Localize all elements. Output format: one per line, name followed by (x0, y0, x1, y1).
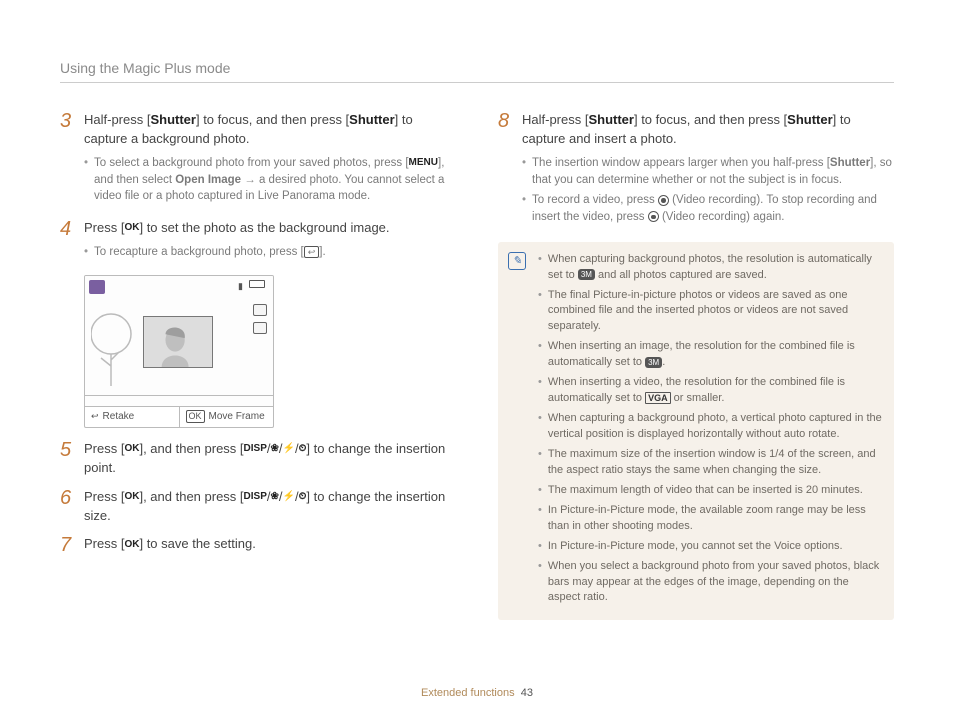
indicator-icon (253, 304, 267, 316)
flash-icon: ⚡ (283, 442, 295, 457)
retake-label: Retake (103, 410, 135, 425)
step-text: Press [OK], and then press [DISP/❀/⚡/⏲] … (84, 488, 456, 526)
columns: 3 Half-press [Shutter] to focus, and the… (60, 111, 894, 620)
side-indicators (253, 304, 267, 334)
record-icon (648, 211, 659, 222)
section-title: Using the Magic Plus mode (60, 58, 894, 78)
step-text: Half-press [Shutter] to focus, and then … (522, 111, 894, 149)
indicator-icon (253, 322, 267, 334)
record-icon (658, 195, 669, 206)
step-7: 7 Press [OK] to save the setting. (60, 535, 456, 555)
step-subnote: To recapture a background photo, press [… (84, 244, 456, 261)
menu-key-icon: MENU (409, 156, 438, 171)
note-item: The maximum size of the insertion window… (538, 447, 882, 479)
macro-icon: ❀ (271, 490, 279, 505)
step-subnote: To record a video, press (Video recordin… (522, 192, 894, 225)
step-3: 3 Half-press [Shutter] to focus, and the… (60, 111, 456, 209)
step-text: Press [OK] to set the photo as the backg… (84, 219, 456, 238)
step-number: 4 (60, 219, 74, 265)
step-text: Half-press [Shutter] to focus, and then … (84, 111, 456, 149)
flash-icon: ⚡ (283, 490, 295, 505)
ok-key-icon: OK (124, 538, 139, 553)
note-item: In Picture-in-Picture mode, the availabl… (538, 503, 882, 535)
ok-icon: OK (186, 410, 205, 423)
step-number: 5 (60, 440, 74, 478)
disp-key-icon: DISP (244, 442, 267, 457)
note-item: When inserting an image, the resolution … (538, 339, 882, 371)
ok-key-icon: OK (124, 221, 139, 236)
macro-icon: ❀ (271, 442, 279, 457)
step-8: 8 Half-press [Shutter] to focus, and the… (498, 111, 894, 229)
tree-icon (91, 308, 139, 388)
divider (60, 82, 894, 83)
manual-page: Using the Magic Plus mode 3 Half-press [… (0, 0, 954, 660)
note-item: The final Picture-in-picture photos or v… (538, 288, 882, 336)
retake-icon: ↩ (91, 410, 99, 423)
camera-preview-illustration: ▮ (84, 275, 274, 429)
note-icon: ✎ (508, 252, 526, 270)
right-column: 8 Half-press [Shutter] to focus, and the… (498, 111, 894, 620)
page-footer: Extended functions 43 (0, 686, 954, 702)
note-item: The maximum length of video that can be … (538, 483, 882, 499)
note-item: When inserting a video, the resolution f… (538, 375, 882, 407)
step-text: Press [OK], and then press [DISP/❀/⚡/⏲] … (84, 440, 456, 478)
moveframe-label: Move Frame (209, 410, 265, 425)
note-item: In Picture-in-Picture mode, you cannot s… (538, 539, 882, 555)
note-item: When capturing background photos, the re… (538, 252, 882, 284)
step-4: 4 Press [OK] to set the photo as the bac… (60, 219, 456, 265)
step-number: 3 (60, 111, 74, 209)
ok-key-icon: OK (124, 490, 139, 505)
resolution-pill: 3M (578, 269, 595, 280)
vga-badge: VGA (645, 392, 671, 404)
left-column: 3 Half-press [Shutter] to focus, and the… (60, 111, 456, 620)
back-icon: ↩ (304, 246, 320, 258)
step-subnote: To select a background photo from your s… (84, 155, 456, 205)
preview-toolbar: ↩ Retake OK Move Frame (85, 406, 273, 428)
step-6: 6 Press [OK], and then press [DISP/❀/⚡/⏲… (60, 488, 456, 526)
step-number: 8 (498, 111, 512, 229)
step-text: Press [OK] to save the setting. (84, 535, 456, 554)
battery-icon (249, 280, 265, 288)
note-item: When you select a background photo from … (538, 559, 882, 607)
footer-label: Extended functions (421, 687, 515, 699)
step-number: 6 (60, 488, 74, 526)
inset-photo-frame (143, 316, 213, 368)
signal-icon: ▮ (238, 280, 243, 293)
resolution-pill: 3M (645, 357, 662, 368)
note-item: When capturing a background photo, a ver… (538, 411, 882, 443)
ok-key-icon: OK (124, 442, 139, 457)
step-number: 7 (60, 535, 74, 555)
mode-icon (89, 280, 105, 294)
page-number: 43 (521, 687, 533, 699)
step-subnote: The insertion window appears larger when… (522, 155, 894, 188)
disp-key-icon: DISP (244, 490, 267, 505)
step-5: 5 Press [OK], and then press [DISP/❀/⚡/⏲… (60, 440, 456, 478)
note-box: ✎ When capturing background photos, the … (498, 242, 894, 621)
